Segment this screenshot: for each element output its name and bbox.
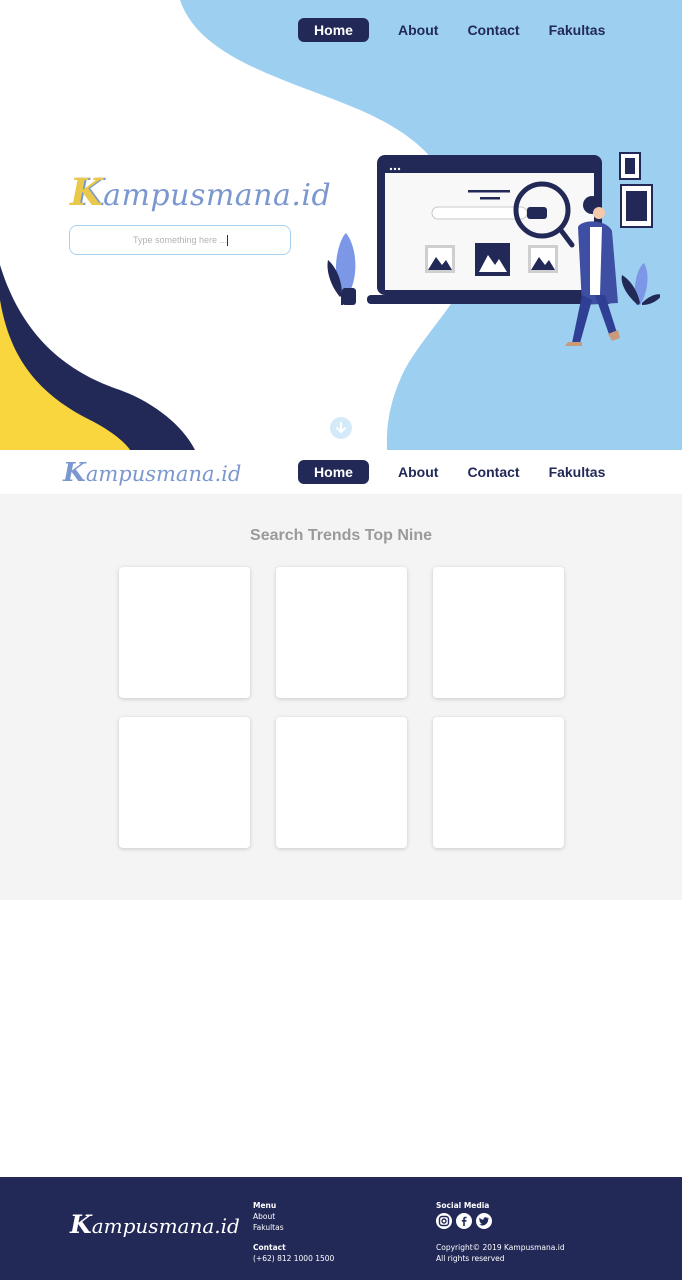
nav-about-link[interactable]: About (398, 18, 438, 42)
trend-card[interactable] (433, 567, 564, 698)
trend-card[interactable] (276, 717, 407, 848)
footer-menu-heading: Menu (253, 1201, 277, 1210)
trend-card[interactable] (433, 717, 564, 848)
logo-text: ampusmana.id (103, 178, 332, 213)
nav-fakultas-link[interactable]: Fakultas (549, 460, 606, 484)
logo-text: ampusmana.id (91, 1214, 240, 1238)
footer-copyright: Copyright© 2019 Kampusmana.id (436, 1243, 565, 1252)
hero-nav: Home About Contact Fakultas (298, 18, 605, 42)
nav-fakultas-link[interactable]: Fakultas (549, 18, 606, 42)
twitter-icon[interactable] (476, 1213, 492, 1229)
trend-card[interactable] (276, 567, 407, 698)
logo-text: ampusmana.id (85, 462, 242, 486)
logo-k: K (70, 1210, 92, 1239)
trends-title: Search Trends Top Nine (250, 527, 432, 544)
nav-about-link[interactable]: About (398, 460, 438, 484)
instagram-icon[interactable] (436, 1213, 452, 1229)
trends-section: Search Trends Top Nine (0, 494, 682, 900)
logo-k: K (63, 457, 86, 488)
footer-menu-about-link[interactable]: About (253, 1211, 275, 1222)
hero-section: Home About Contact Fakultas Kampusmana.i… (0, 0, 682, 450)
footer: Kampusmana.id Menu About Fakultas Contac… (0, 1177, 682, 1280)
header-nav: Home About Contact Fakultas (298, 460, 605, 484)
logo-k: K (70, 170, 104, 214)
footer-rights: All rights reserved (436, 1254, 505, 1263)
search-illustration (327, 152, 660, 346)
search-field[interactable] (69, 225, 291, 255)
nav-contact-link[interactable]: Contact (467, 460, 519, 484)
search-input[interactable] (70, 226, 290, 254)
nav-home-link[interactable]: Home (298, 18, 369, 42)
footer-logo: Kampusmana.id (70, 1210, 240, 1239)
scroll-down-icon[interactable] (330, 417, 352, 439)
trend-card[interactable] (119, 567, 250, 698)
footer-social-heading: Social Media (436, 1201, 490, 1210)
trend-card[interactable] (119, 717, 250, 848)
footer-menu-fakultas-link[interactable]: Fakultas (253, 1222, 284, 1233)
facebook-icon[interactable] (456, 1213, 472, 1229)
nav-contact-link[interactable]: Contact (467, 18, 519, 42)
text-cursor (227, 235, 228, 246)
footer-phone: (+62) 812 1000 1500 (253, 1254, 335, 1263)
header-logo[interactable]: Kampusmana.id (63, 457, 241, 488)
hero-logo: Kampusmana.id (70, 170, 331, 214)
nav-home-link[interactable]: Home (298, 460, 369, 484)
footer-contact-heading: Contact (253, 1243, 286, 1252)
social-links (436, 1213, 496, 1229)
sticky-header: Kampusmana.id Home About Contact Fakulta… (0, 450, 682, 494)
